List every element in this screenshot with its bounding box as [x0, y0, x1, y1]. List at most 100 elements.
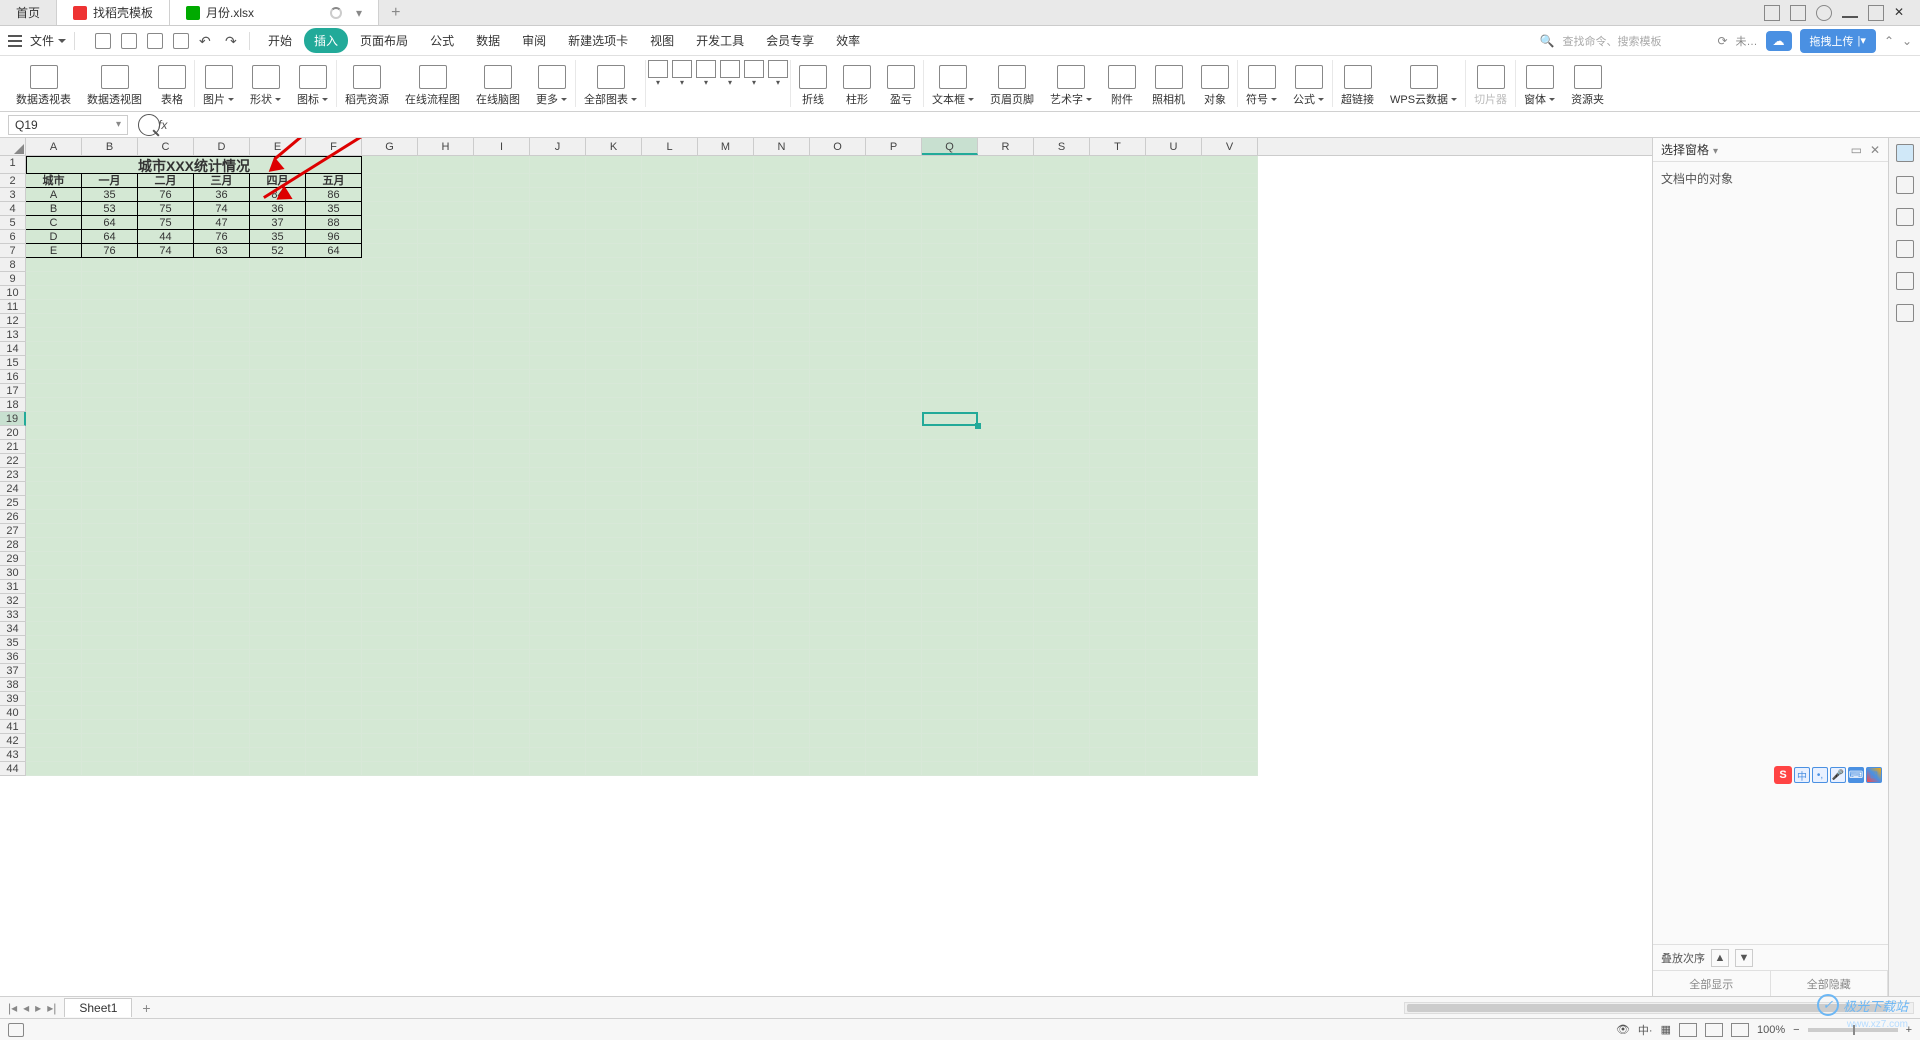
- cell-M4[interactable]: [698, 202, 754, 216]
- cell-V35[interactable]: [1202, 636, 1258, 650]
- cell-C39[interactable]: [138, 692, 194, 706]
- cell-T18[interactable]: [1090, 398, 1146, 412]
- cell-H24[interactable]: [418, 482, 474, 496]
- cell-G2[interactable]: [362, 174, 418, 188]
- cell-D39[interactable]: [194, 692, 250, 706]
- cell-E26[interactable]: [250, 510, 306, 524]
- cell-E22[interactable]: [250, 454, 306, 468]
- row-header-14[interactable]: 14: [0, 342, 26, 356]
- cell-K26[interactable]: [586, 510, 642, 524]
- cell-O44[interactable]: [810, 762, 866, 776]
- cell-L22[interactable]: [642, 454, 698, 468]
- cell-U16[interactable]: [1146, 370, 1202, 384]
- cell-O1[interactable]: [810, 156, 866, 174]
- cell-H21[interactable]: [418, 440, 474, 454]
- cell-E6[interactable]: 35: [250, 230, 306, 244]
- cell-A40[interactable]: [26, 706, 82, 720]
- cell-N9[interactable]: [754, 272, 810, 286]
- cell-B14[interactable]: [82, 342, 138, 356]
- cell-U21[interactable]: [1146, 440, 1202, 454]
- cell-B41[interactable]: [82, 720, 138, 734]
- cell-F28[interactable]: [306, 538, 362, 552]
- cell-D16[interactable]: [194, 370, 250, 384]
- cell-U3[interactable]: [1146, 188, 1202, 202]
- cell-M23[interactable]: [698, 468, 754, 482]
- cell-F15[interactable]: [306, 356, 362, 370]
- cell-V12[interactable]: [1202, 314, 1258, 328]
- cell-Q17[interactable]: [922, 384, 978, 398]
- cell-V4[interactable]: [1202, 202, 1258, 216]
- cell-V36[interactable]: [1202, 650, 1258, 664]
- ribbon-图片[interactable]: 图片: [195, 60, 242, 107]
- cell-F2[interactable]: 五月: [306, 174, 362, 188]
- cell-J2[interactable]: [530, 174, 586, 188]
- cell-O36[interactable]: [810, 650, 866, 664]
- cell-E24[interactable]: [250, 482, 306, 496]
- cell-E27[interactable]: [250, 524, 306, 538]
- cell-G23[interactable]: [362, 468, 418, 482]
- cell-D12[interactable]: [194, 314, 250, 328]
- cell-H14[interactable]: [418, 342, 474, 356]
- cell-F35[interactable]: [306, 636, 362, 650]
- cell-S14[interactable]: [1034, 342, 1090, 356]
- cell-U37[interactable]: [1146, 664, 1202, 678]
- undo-icon[interactable]: [199, 33, 215, 49]
- cell-L38[interactable]: [642, 678, 698, 692]
- cell-S36[interactable]: [1034, 650, 1090, 664]
- cell-T29[interactable]: [1090, 552, 1146, 566]
- cell-B33[interactable]: [82, 608, 138, 622]
- cell-O17[interactable]: [810, 384, 866, 398]
- cell-L15[interactable]: [642, 356, 698, 370]
- cell-I30[interactable]: [474, 566, 530, 580]
- cell-Q1[interactable]: [922, 156, 978, 174]
- cell-U20[interactable]: [1146, 426, 1202, 440]
- cell-C20[interactable]: [138, 426, 194, 440]
- cell-F39[interactable]: [306, 692, 362, 706]
- cell-B13[interactable]: [82, 328, 138, 342]
- cell-D40[interactable]: [194, 706, 250, 720]
- cell-B5[interactable]: 64: [82, 216, 138, 230]
- cell-S12[interactable]: [1034, 314, 1090, 328]
- cell-B11[interactable]: [82, 300, 138, 314]
- cell-D42[interactable]: [194, 734, 250, 748]
- cell-F42[interactable]: [306, 734, 362, 748]
- strip-book-icon[interactable]: [1896, 304, 1914, 322]
- menu-collapse-icon[interactable]: ⌃: [1884, 34, 1894, 48]
- cell-A31[interactable]: [26, 580, 82, 594]
- cell-L26[interactable]: [642, 510, 698, 524]
- ribbon-数据透视表[interactable]: 数据透视表: [8, 60, 79, 107]
- name-box-dropdown-icon[interactable]: ▾: [116, 119, 121, 130]
- cell-H33[interactable]: [418, 608, 474, 622]
- cell-C19[interactable]: [138, 412, 194, 426]
- cell-C6[interactable]: 44: [138, 230, 194, 244]
- cell-T19[interactable]: [1090, 412, 1146, 426]
- cell-I28[interactable]: [474, 538, 530, 552]
- cell-O21[interactable]: [810, 440, 866, 454]
- cell-J30[interactable]: [530, 566, 586, 580]
- menu-tab-9[interactable]: 会员专享: [756, 28, 824, 53]
- cell-I25[interactable]: [474, 496, 530, 510]
- cell-G5[interactable]: [362, 216, 418, 230]
- cell-N8[interactable]: [754, 258, 810, 272]
- save-icon[interactable]: [121, 33, 137, 49]
- cell-I24[interactable]: [474, 482, 530, 496]
- cell-P30[interactable]: [866, 566, 922, 580]
- cell-R30[interactable]: [978, 566, 1034, 580]
- cell-N16[interactable]: [754, 370, 810, 384]
- row-header-37[interactable]: 37: [0, 664, 26, 678]
- cell-E39[interactable]: [250, 692, 306, 706]
- cell-G44[interactable]: [362, 762, 418, 776]
- cell-E20[interactable]: [250, 426, 306, 440]
- cell-G11[interactable]: [362, 300, 418, 314]
- cell-F10[interactable]: [306, 286, 362, 300]
- zoom-out-icon[interactable]: −: [1793, 1024, 1799, 1036]
- cell-N18[interactable]: [754, 398, 810, 412]
- cell-E23[interactable]: [250, 468, 306, 482]
- cell-C41[interactable]: [138, 720, 194, 734]
- cell-G42[interactable]: [362, 734, 418, 748]
- cell-R13[interactable]: [978, 328, 1034, 342]
- cell-N33[interactable]: [754, 608, 810, 622]
- view-normal-icon[interactable]: [1679, 1023, 1697, 1037]
- cell-O34[interactable]: [810, 622, 866, 636]
- cell-C36[interactable]: [138, 650, 194, 664]
